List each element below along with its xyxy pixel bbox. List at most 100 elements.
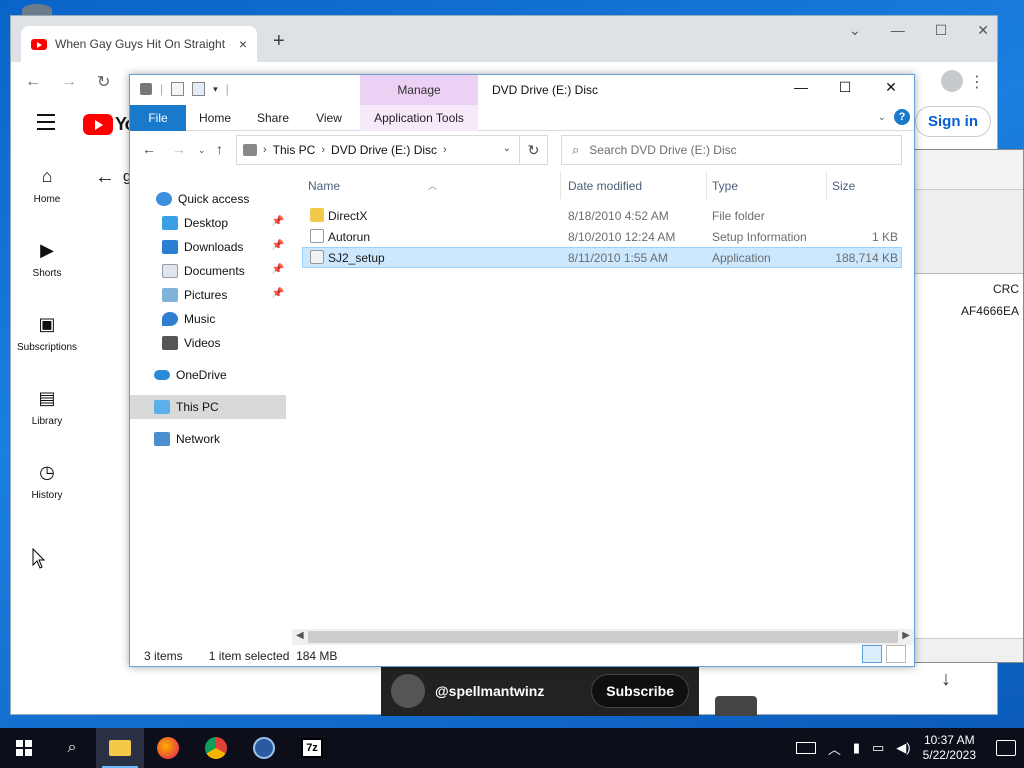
setup-info-icon (310, 229, 324, 243)
taskbar-file-explorer[interactable] (96, 728, 144, 768)
nav-desktop[interactable]: Desktop 📌 (130, 211, 288, 235)
library-icon: ▤ (38, 388, 56, 408)
nav-pictures[interactable]: Pictures 📌 (130, 283, 288, 307)
scroll-left-icon[interactable]: ◀ (296, 630, 304, 641)
nav-shorts[interactable]: ▶ Shorts (11, 240, 83, 314)
nav-quick-access[interactable]: Quick access (130, 187, 288, 211)
taskbar-app[interactable] (240, 728, 288, 768)
forward-arrow-icon[interactable]: → (172, 141, 186, 157)
customize-toolbar-icon[interactable]: ▾ (213, 84, 218, 95)
scrollbar-thumb[interactable] (308, 631, 898, 643)
breadcrumb-separator-icon[interactable]: › (443, 144, 447, 156)
nav-videos[interactable]: Videos (130, 331, 288, 355)
channel-handle[interactable]: @spellmantwinz (435, 683, 581, 699)
start-button[interactable] (0, 728, 48, 768)
column-size[interactable]: Size (832, 179, 855, 193)
nav-documents[interactable]: Documents 📌 (130, 259, 288, 283)
new-folder-icon[interactable] (192, 82, 206, 96)
help-icon[interactable]: ? (894, 109, 910, 125)
file-row[interactable]: Autorun 8/10/2010 12:24 AM Setup Informa… (302, 226, 902, 247)
search-back-icon[interactable]: ← (95, 166, 115, 189)
browser-back-icon[interactable]: ← (25, 73, 41, 91)
large-icons-view-icon[interactable] (886, 645, 906, 663)
file-row-selected[interactable]: SJ2_setup 8/11/2010 1:55 AM Application … (302, 247, 902, 268)
recent-locations-icon[interactable]: ⌄ (198, 145, 206, 156)
explorer-minimize-button[interactable]: — (786, 79, 816, 95)
up-arrow-icon[interactable]: ↑ (216, 141, 223, 157)
network-tray-icon[interactable]: ▭ (872, 740, 884, 756)
tab-view[interactable]: View (306, 105, 352, 131)
keyboard-icon[interactable] (795, 742, 816, 754)
nav-library[interactable]: ▤ Library (11, 388, 83, 462)
chrome-maximize-button[interactable]: ☐ (935, 22, 948, 39)
taskbar-firefox[interactable] (144, 728, 192, 768)
details-view-icon[interactable] (862, 645, 882, 663)
taskbar-chrome[interactable] (192, 728, 240, 768)
nav-music[interactable]: Music (130, 307, 288, 331)
explorer-close-button[interactable]: ✕ (876, 79, 906, 96)
breadcrumb-separator-icon[interactable]: › (321, 144, 325, 156)
pin-icon[interactable]: 📌 (272, 216, 284, 227)
explorer-maximize-button[interactable]: ☐ (830, 79, 860, 96)
subscribe-button[interactable]: Subscribe (591, 674, 689, 708)
manage-contextual-tab[interactable]: Manage (360, 75, 478, 105)
back-arrow-icon[interactable]: ← (142, 141, 156, 157)
crc-column-header[interactable]: CRC (923, 282, 1019, 296)
expand-ribbon-icon[interactable]: ⌄ (878, 112, 886, 123)
properties-icon[interactable] (171, 82, 185, 96)
pin-icon[interactable]: 📌 (272, 264, 284, 275)
new-tab-button[interactable]: + (273, 30, 285, 53)
notification-icon[interactable] (996, 740, 1016, 756)
profile-avatar[interactable] (941, 70, 963, 92)
microphone-icon[interactable]: ▮ (853, 740, 860, 756)
pin-icon[interactable]: 📌 (272, 288, 284, 299)
chevron-up-icon[interactable]: ︿ (828, 739, 841, 758)
browser-forward-icon[interactable]: → (61, 73, 77, 91)
taskbar-7zip[interactable]: 7z (288, 728, 336, 768)
nav-home[interactable]: ⌂ Home (11, 166, 83, 240)
breadcrumb-this-pc[interactable]: This PC (273, 143, 316, 157)
channel-avatar[interactable] (391, 674, 425, 708)
taskbar-search-button[interactable]: ⌕ (48, 728, 96, 768)
scroll-down-icon[interactable]: ↓ (941, 668, 951, 691)
browser-reload-icon[interactable]: ↻ (97, 72, 110, 92)
tab-file[interactable]: File (130, 105, 186, 131)
firefox-icon (157, 737, 179, 759)
youtube-logo-icon[interactable] (83, 114, 113, 135)
address-dropdown-icon[interactable]: ⌄ (503, 143, 511, 154)
column-type[interactable]: Type (712, 179, 738, 193)
sign-in-button[interactable]: Sign in (915, 106, 991, 137)
browser-tab[interactable]: When Gay Guys Hit On Straight × (21, 26, 257, 62)
tab-search-icon[interactable]: ⌄ (849, 22, 861, 39)
video-thumbnail[interactable] (715, 696, 757, 716)
column-date-modified[interactable]: Date modified (568, 179, 642, 193)
nav-subscriptions[interactable]: ▣ Subscriptions (11, 314, 83, 388)
hamburger-menu-icon[interactable] (37, 114, 55, 135)
nav-downloads[interactable]: Downloads 📌 (130, 235, 288, 259)
horizontal-scrollbar[interactable]: ◀ ▶ (292, 629, 914, 645)
breadcrumb-separator-icon[interactable]: › (263, 144, 267, 156)
nav-this-pc[interactable]: This PC (130, 395, 286, 419)
volume-icon[interactable]: ◀) (896, 740, 910, 756)
address-bar[interactable]: › This PC › DVD Drive (E:) Disc › ⌄ (236, 135, 520, 165)
clock[interactable]: 10:37 AM 5/22/2023 (923, 733, 976, 763)
search-box[interactable]: ⌕ Search DVD Drive (E:) Disc (561, 135, 902, 165)
tab-application-tools[interactable]: Application Tools (360, 105, 478, 131)
refresh-button[interactable]: ↻ (520, 135, 548, 165)
chrome-close-button[interactable]: ✕ (977, 22, 989, 39)
column-name[interactable]: Name (308, 179, 340, 193)
file-row[interactable]: DirectX 8/18/2010 4:52 AM File folder (302, 205, 902, 226)
nav-history[interactable]: ◷ History (11, 462, 83, 536)
nav-network[interactable]: Network (130, 427, 288, 451)
tab-home[interactable]: Home (192, 105, 238, 131)
desktop-icon (162, 216, 178, 230)
home-icon: ⌂ (41, 166, 53, 186)
browser-menu-icon[interactable]: ⋮ (969, 72, 985, 92)
chrome-minimize-button[interactable]: — (891, 22, 905, 39)
tab-share[interactable]: Share (250, 105, 296, 131)
nav-onedrive[interactable]: OneDrive (130, 363, 288, 387)
tab-close-icon[interactable]: × (239, 36, 247, 52)
breadcrumb-dvd-drive[interactable]: DVD Drive (E:) Disc (331, 143, 437, 157)
pin-icon[interactable]: 📌 (272, 240, 284, 251)
scroll-right-icon[interactable]: ▶ (902, 630, 910, 641)
